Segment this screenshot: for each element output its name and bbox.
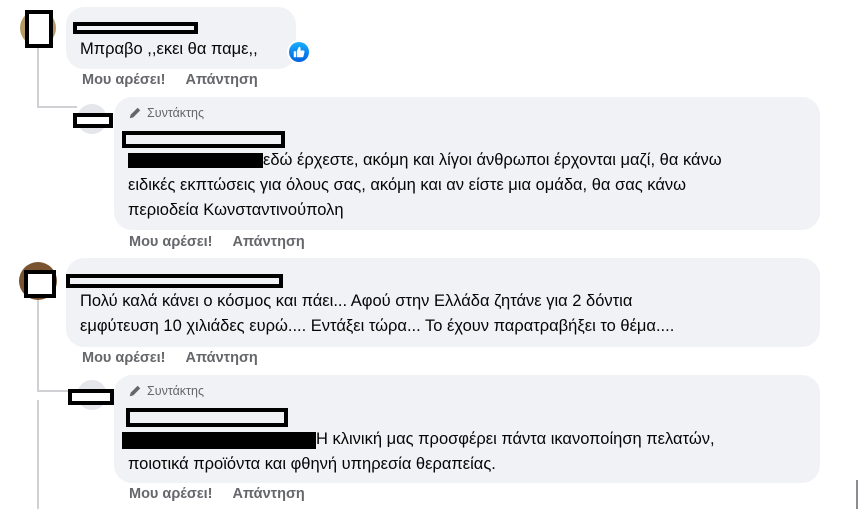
comment-text: Η κλινική μας προσφέρει πάντα ικανοποίησ… xyxy=(316,430,715,448)
comment-text: ειδικές εκπτώσεις για όλους σας, ακόμη κ… xyxy=(128,176,686,194)
like-button[interactable]: Μου αρέσει! xyxy=(129,486,213,502)
reply-button[interactable]: Απάντηση xyxy=(186,350,258,366)
pencil-icon xyxy=(129,107,141,119)
thread-line xyxy=(37,106,77,108)
like-button[interactable]: Μου αρέσει! xyxy=(82,350,166,366)
author-tag-label: Συντάκτης xyxy=(147,106,204,120)
thread-line xyxy=(37,300,39,392)
redacted-mention xyxy=(122,432,316,449)
comment-text: εμφύτευση 10 χιλιάδες ευρώ.... Εντάξει τ… xyxy=(80,317,675,335)
redacted-author-name xyxy=(66,274,283,288)
pencil-icon xyxy=(129,385,141,397)
redacted-avatar xyxy=(73,113,113,128)
redacted-avatar xyxy=(68,389,114,405)
reply-button[interactable]: Απάντηση xyxy=(186,72,258,88)
reply-button[interactable]: Απάντηση xyxy=(233,486,305,502)
comment-text: περιοδεία Κωνσταντινούπολη xyxy=(128,201,344,219)
comment-actions: Μου αρέσει! Απάντηση xyxy=(82,72,258,88)
like-button[interactable]: Μου αρέσει! xyxy=(82,72,166,88)
redacted-author-name xyxy=(122,131,285,148)
author-badge: Συντάκτης xyxy=(128,106,204,120)
like-icon xyxy=(293,46,305,58)
comment-text: ποιοτικά προϊόντα και φθηνή υπηρεσία θερ… xyxy=(128,455,496,473)
reaction-badge[interactable] xyxy=(287,40,311,64)
comment-text: Πολύ καλά κάνει ο κόσμος και πάει... Αφο… xyxy=(80,292,633,310)
like-button[interactable]: Μου αρέσει! xyxy=(129,234,213,250)
redacted-avatar xyxy=(24,270,56,298)
redacted-mention xyxy=(128,153,263,168)
comment-text: εδώ έρχεστε, ακόμη και λίγοι άνθρωποι έρ… xyxy=(263,151,722,169)
comment-actions: Μου αρέσει! Απάντηση xyxy=(129,234,305,250)
redacted-author-name xyxy=(126,408,288,427)
redacted-avatar xyxy=(25,10,53,48)
author-badge: Συντάκτης xyxy=(128,384,204,398)
reply-button[interactable]: Απάντηση xyxy=(233,234,305,250)
redacted-author-name xyxy=(73,22,198,34)
comment-text: Μπραβο ,,εκει θα παμε,, xyxy=(80,40,258,58)
thread-line xyxy=(37,48,39,108)
thread-line xyxy=(37,400,39,509)
author-tag-label: Συντάκτης xyxy=(147,384,204,398)
scrollbar[interactable] xyxy=(856,480,858,509)
comment-actions: Μου αρέσει! Απάντηση xyxy=(129,486,305,502)
comment-actions: Μου αρέσει! Απάντηση xyxy=(82,350,258,366)
